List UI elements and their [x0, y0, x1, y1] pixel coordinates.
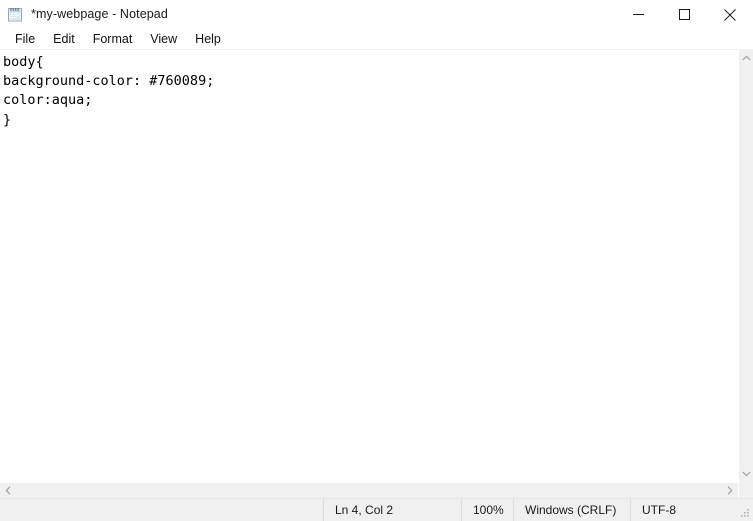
minimize-icon — [632, 14, 644, 15]
scroll-up-button[interactable] — [738, 50, 753, 67]
minimize-button[interactable] — [615, 0, 661, 29]
editor-area: body{ background-color: #760089; color:a… — [0, 50, 753, 498]
maximize-button[interactable] — [661, 0, 707, 29]
text-editor[interactable]: body{ background-color: #760089; color:a… — [0, 50, 738, 482]
scroll-down-button[interactable] — [738, 465, 753, 482]
menu-bar: File Edit Format View Help — [0, 29, 753, 50]
notepad-window: *my-webpage - Notepad File Edit Format V… — [0, 0, 753, 521]
close-button[interactable] — [707, 0, 753, 29]
title-bar-left: *my-webpage - Notepad — [0, 0, 615, 29]
horizontal-scroll-track[interactable] — [17, 483, 721, 498]
menu-item-view[interactable]: View — [141, 29, 186, 49]
status-bar-spacer — [0, 499, 323, 521]
chevron-right-icon — [727, 486, 733, 495]
editor-column: body{ background-color: #760089; color:a… — [0, 50, 738, 498]
status-zoom-level[interactable]: 100% — [461, 499, 513, 521]
scrollbar-corner — [738, 482, 753, 498]
close-icon — [724, 8, 736, 21]
status-encoding: UTF-8 — [630, 499, 753, 521]
vertical-scroll-track[interactable] — [738, 67, 753, 465]
title-bar: *my-webpage - Notepad — [0, 0, 753, 29]
maximize-icon — [678, 9, 690, 20]
chevron-up-icon — [741, 55, 751, 61]
menu-item-edit[interactable]: Edit — [44, 29, 84, 49]
chevron-down-icon — [741, 471, 751, 477]
status-line-ending: Windows (CRLF) — [513, 499, 630, 521]
notepad-icon — [8, 8, 22, 22]
scroll-left-button[interactable] — [0, 483, 17, 498]
window-title: *my-webpage - Notepad — [31, 7, 168, 22]
menu-item-file[interactable]: File — [6, 29, 44, 49]
vertical-scrollbar[interactable] — [738, 50, 753, 498]
chevron-left-icon — [5, 486, 11, 495]
status-bar: Ln 4, Col 2 100% Windows (CRLF) UTF-8 — [0, 498, 753, 521]
resize-grip-icon[interactable] — [739, 507, 750, 518]
window-controls — [615, 0, 753, 29]
horizontal-scrollbar[interactable] — [0, 482, 738, 498]
menu-item-format[interactable]: Format — [84, 29, 142, 49]
status-cursor-position: Ln 4, Col 2 — [323, 499, 461, 521]
menu-item-help[interactable]: Help — [186, 29, 230, 49]
scroll-right-button[interactable] — [721, 483, 738, 498]
